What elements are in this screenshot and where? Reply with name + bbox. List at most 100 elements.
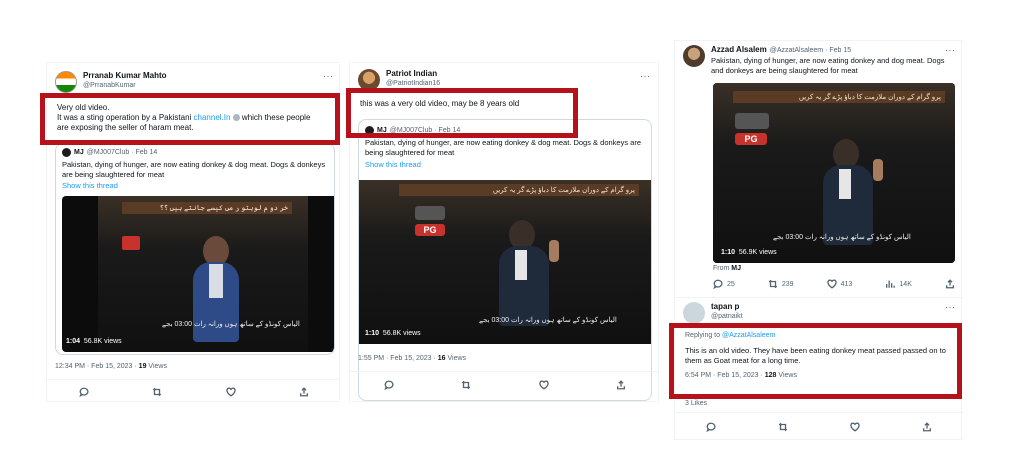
more-options-icon[interactable]: ··· [945,45,956,55]
like-icon [850,422,860,432]
video-stats: 1:10 56.8K views [365,330,421,337]
like-icon [826,279,837,289]
view-count: 14K [899,280,912,288]
retweet-button[interactable]: 239 [768,279,794,289]
reply-button[interactable] [706,422,716,432]
view-count: 16 [437,355,446,362]
quoted-tweet[interactable]: MJ @MJ007Club · Feb 14 Pakistan, dying o… [55,143,335,355]
view-count-label: Views [146,363,167,370]
video-player[interactable]: پرو گرام کے دوران ملازمت کا دباؤ پڑے گر … [713,83,955,263]
reply-icon [706,422,716,432]
action-bar: 25 239 413 14K [713,277,955,291]
retweet-icon [153,387,162,396]
retweet-button[interactable] [461,380,471,390]
video-player[interactable]: خر دو م لوہتو ر مں کیسے جانتے ہیں ؟؟ الی… [62,196,334,352]
author-name[interactable]: Azzad Alsalem [711,45,767,55]
tweet-header: Prranab Kumar Mahto @PrranabKumar [55,71,167,93]
video-duration: 1:10 [365,330,380,337]
reply-count: 25 [727,280,735,288]
avatar[interactable] [683,302,705,324]
video-views: 56.8K views [382,330,421,337]
more-options-icon[interactable]: ··· [640,71,651,81]
show-thread-link[interactable]: Show this thread [365,160,421,169]
reply-icon [79,387,89,397]
author-name[interactable]: Patriot Indian [386,69,440,79]
video-banner-text: خر دو م لوہتو ر مں کیسے جانتے ہیں ؟؟ [122,202,292,214]
like-icon [539,380,549,390]
video-banner-text: پرو گرام کے دوران ملازمت کا دباؤ پڑے گر … [399,184,639,196]
channel-logo [735,113,769,129]
more-options-icon[interactable]: ··· [945,302,956,312]
share-icon [617,379,626,389]
like-button[interactable]: 413 [826,279,853,289]
video-views: 56.8K views [83,338,122,345]
share-button[interactable] [945,279,955,289]
channel-logo [122,236,140,250]
like-button[interactable] [226,387,236,397]
tweet-timestamp[interactable]: 1:55 PM · Feb 15, 2023 · [358,355,438,362]
retweet-button[interactable] [778,422,788,432]
share-icon [300,386,309,396]
tweet-text: Pakistan, dying of hunger, are now eatin… [711,56,945,75]
quoted-author-meta: @MJ007Club · Feb 14 [86,149,158,156]
avatar[interactable] [55,71,77,93]
tweet-meta: 1:55 PM · Feb 15, 2023 · 16 Views [358,355,466,362]
like-count: 413 [840,280,853,288]
quoted-tweet-text: Pakistan, dying of hunger, are now eatin… [365,138,642,157]
reply-button[interactable]: 25 [713,279,735,289]
like-button[interactable] [850,422,860,432]
video-subtitle: الیاس کونڈو کے ساتھ ہوں ورانہ رات 03:00 … [773,234,911,241]
action-bar [47,379,341,403]
share-button[interactable] [922,421,932,432]
channel-logo [415,206,445,220]
person-figure [187,236,247,346]
retweet-button[interactable] [152,387,162,397]
author-name[interactable]: Prranab Kumar Mahto [83,71,167,81]
video-source: From MJ [713,265,741,272]
retweet-icon [462,380,471,389]
share-button[interactable] [299,386,309,397]
video-subtitle: الیاس کونڈو کے ساتھ ہوں ورانہ رات 03:00 … [162,321,300,328]
person-figure [489,220,569,330]
quoted-author-name: MJ [74,149,84,156]
author-handle[interactable]: @patnaikt [711,312,743,321]
analytics-icon [886,280,896,288]
video-player[interactable]: پرو گرام کے دوران ملازمت کا دباؤ پڑے گر … [359,180,651,344]
author-name[interactable]: tapan p [711,302,743,312]
highlight-box [40,93,340,145]
share-button[interactable] [616,379,626,390]
pg-badge: PG [735,133,767,145]
video-views: 56.9K views [738,249,777,256]
author-handle[interactable]: @AzzatAlsaleem · Feb 15 [770,46,851,55]
action-bar [350,371,660,397]
video-banner-text: پرو گرام کے دوران ملازمت کا دباؤ پڑے گر … [733,91,945,103]
avatar[interactable] [683,45,705,67]
from-source-link[interactable]: MJ [731,265,741,272]
highlight-box [346,88,578,138]
share-icon [945,279,954,289]
like-button[interactable] [539,380,549,390]
tweet-meta: 12:34 PM · Feb 15, 2023 · 19 Views [55,363,167,370]
author-handle[interactable]: @PrranabKumar [83,81,167,90]
tweet-timestamp[interactable]: 12:34 PM · Feb 15, 2023 · [55,363,139,370]
more-options-icon[interactable]: ··· [323,71,334,81]
show-thread-link[interactable]: Show this thread [62,181,118,190]
author-handle[interactable]: @PatriotIndian16 [386,79,440,88]
reply-button[interactable] [79,387,89,397]
analytics-button[interactable]: 14K [885,279,912,289]
quoted-tweet-header: MJ @MJ007Club · Feb 14 [62,148,157,157]
highlight-box [669,323,962,399]
retweet-count: 239 [781,280,794,288]
avatar [62,148,71,157]
reply-icon [713,279,723,289]
retweet-icon [768,279,778,289]
reply-icon [384,380,394,390]
tweet-header: tapan p @patnaikt [683,302,743,324]
video-subtitle: الیاس کونڈو کے ساتھ ہوں ورانہ رات 03:00 … [479,317,617,324]
reply-button[interactable] [384,380,394,390]
action-bar [675,412,963,440]
retweet-icon [778,422,788,431]
from-label: From [713,265,732,272]
likes-count[interactable]: 3 Likes [685,400,707,407]
tweet-header: Azzad Alsalem @AzzatAlsaleem · Feb 15 Pa… [683,45,953,75]
